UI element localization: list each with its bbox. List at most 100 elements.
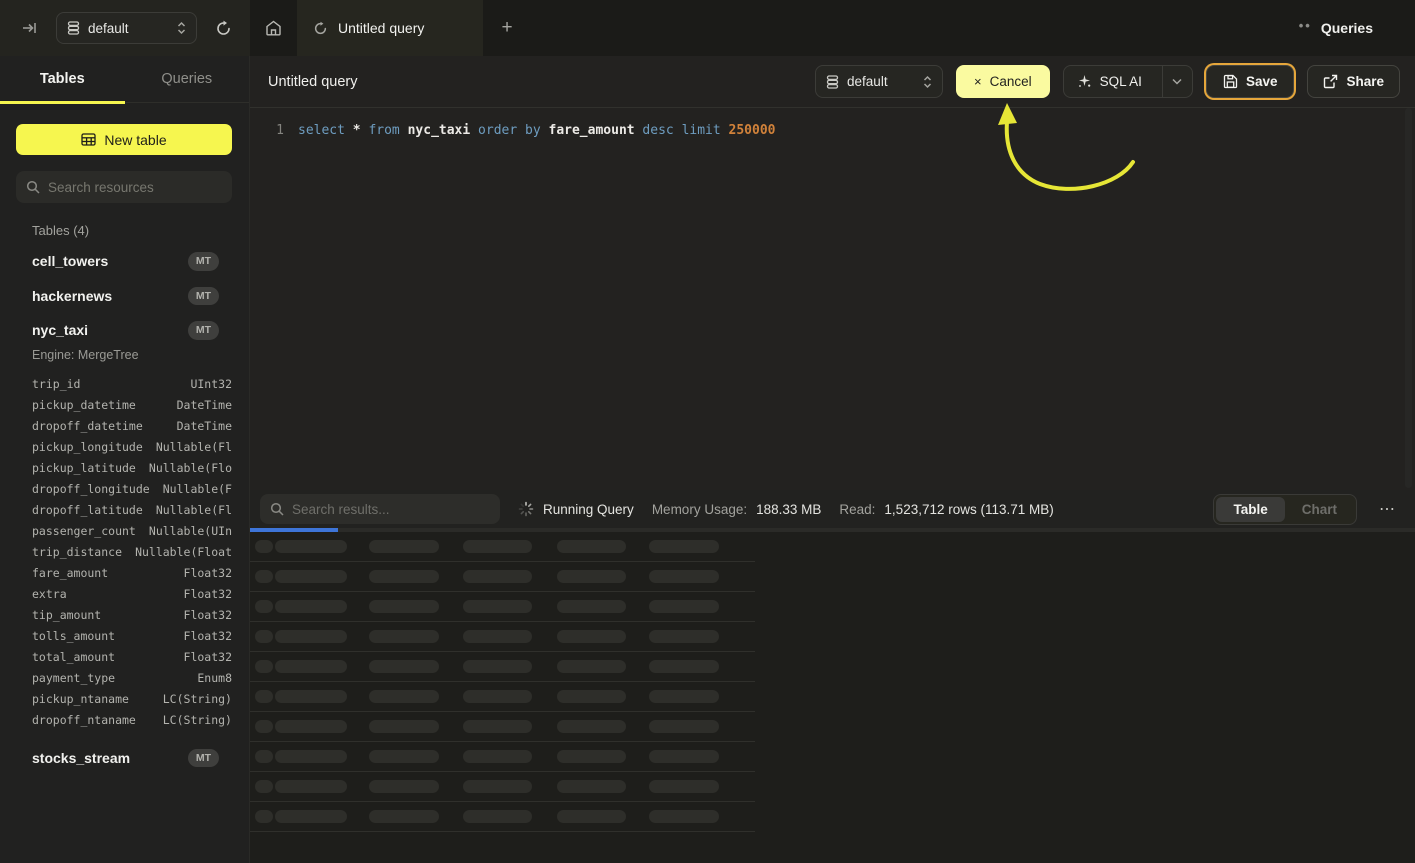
table-columns: trip_idUInt32pickup_datetimeDateTimedrop… — [0, 370, 249, 741]
query-database-value: default — [847, 74, 915, 89]
skeleton-cell — [275, 810, 347, 823]
skeleton-row — [250, 682, 755, 712]
table-row-cell_towers[interactable]: cell_towersMT — [0, 244, 249, 279]
chevron-down-icon — [1172, 78, 1182, 85]
skeleton-cell — [369, 600, 439, 613]
skeleton-cell — [557, 630, 626, 643]
results-toolbar: Running Query Memory Usage: 188.33 MB Re… — [250, 490, 1415, 528]
skeleton-cell — [463, 720, 532, 733]
column-row[interactable]: pickup_datetimeDateTime — [0, 395, 249, 416]
column-type: UInt32 — [190, 377, 232, 391]
skeleton-cell — [369, 690, 439, 703]
skeleton-cell — [463, 690, 532, 703]
column-row[interactable]: pickup_longitudeNullable(Fl — [0, 437, 249, 458]
sidebar-search-input[interactable] — [48, 180, 222, 195]
skeleton-cell — [255, 780, 273, 793]
column-row[interactable]: tip_amountFloat32 — [0, 605, 249, 626]
sidebar-tab-tables[interactable]: Tables — [0, 56, 125, 102]
skeleton-cell — [275, 600, 347, 613]
skeleton-cell — [275, 540, 347, 553]
column-row[interactable]: tolls_amountFloat32 — [0, 626, 249, 647]
skeleton-cell — [255, 750, 273, 763]
column-row[interactable]: extraFloat32 — [0, 584, 249, 605]
more-options-button[interactable]: ⋯ — [1375, 499, 1400, 519]
query-title: Untitled query — [268, 74, 802, 90]
share-button-label: Share — [1346, 74, 1384, 89]
skeleton-cell — [255, 570, 273, 583]
save-button[interactable]: Save — [1206, 65, 1295, 98]
column-row[interactable]: trip_distanceNullable(Float — [0, 542, 249, 563]
column-row[interactable]: dropoff_longitudeNullable(F — [0, 479, 249, 500]
view-toggle-chart[interactable]: Chart — [1285, 497, 1354, 522]
column-row[interactable]: trip_idUInt32 — [0, 374, 249, 395]
column-row[interactable]: dropoff_latitudeNullable(Fl — [0, 500, 249, 521]
share-button[interactable]: Share — [1307, 65, 1400, 98]
column-name: dropoff_datetime — [32, 419, 143, 433]
column-row[interactable]: passenger_countNullable(UIn — [0, 521, 249, 542]
column-row[interactable]: total_amountFloat32 — [0, 647, 249, 668]
refresh-icon — [215, 20, 232, 37]
table-name: stocks_stream — [32, 750, 130, 766]
table-row-hackernews[interactable]: hackernewsMT — [0, 279, 249, 314]
column-type: DateTime — [177, 398, 232, 412]
new-tab-button[interactable]: + — [483, 0, 531, 56]
skeleton-cell — [369, 750, 439, 763]
column-row[interactable]: pickup_ntanameLC(String) — [0, 689, 249, 710]
queries-icon: •• — [1299, 19, 1312, 32]
cancel-button[interactable]: × Cancel — [956, 65, 1050, 98]
sql-ai-button[interactable]: SQL AI — [1064, 66, 1154, 97]
skeleton-cell — [255, 810, 273, 823]
new-table-button[interactable]: New table — [16, 124, 232, 155]
editor-scrollbar[interactable] — [1405, 108, 1412, 488]
column-name: extra — [32, 587, 67, 601]
app-body: Tables Queries New table — [0, 56, 1415, 863]
column-name: tip_amount — [32, 608, 101, 622]
skeleton-cell — [557, 750, 626, 763]
selector-chevrons-icon — [923, 75, 932, 89]
column-row[interactable]: dropoff_ntanameLC(String) — [0, 710, 249, 731]
skeleton-cell — [369, 810, 439, 823]
column-type: DateTime — [177, 419, 232, 433]
results-search-input[interactable] — [292, 502, 490, 517]
table-row-stocks_stream[interactable]: stocks_streamMT — [0, 741, 249, 776]
collapse-sidebar-button[interactable] — [18, 17, 42, 39]
column-row[interactable]: dropoff_datetime DateTime — [0, 416, 249, 437]
queries-link[interactable]: •• Queries — [1289, 0, 1415, 56]
tables-section-label: Tables (4) — [0, 223, 249, 244]
query-database-selector[interactable]: default — [815, 65, 943, 98]
skeleton-cell — [649, 720, 719, 733]
home-button[interactable] — [250, 0, 297, 56]
save-button-label: Save — [1246, 74, 1278, 89]
column-row[interactable]: payment_typeEnum8 — [0, 668, 249, 689]
engine-badge: MT — [188, 321, 219, 340]
code-token: desc — [642, 123, 673, 138]
skeleton-cell — [369, 720, 439, 733]
skeleton-cell — [255, 630, 273, 643]
column-name: pickup_ntaname — [32, 692, 129, 706]
table-name: hackernews — [32, 288, 112, 304]
code-token — [345, 123, 353, 138]
skeleton-cell — [275, 780, 347, 793]
sidebar-tab-queries[interactable]: Queries — [125, 56, 250, 102]
skeleton-cell — [463, 660, 532, 673]
column-type: Float32 — [184, 650, 232, 664]
query-status: Running Query — [518, 501, 634, 517]
column-row[interactable]: pickup_latitudeNullable(Flo — [0, 458, 249, 479]
sql-editor[interactable]: 1 select * from nyc_taxi order by fare_a… — [250, 108, 1415, 490]
table-row-nyc_taxi[interactable]: nyc_taxiMT — [0, 313, 249, 348]
column-name: passenger_count — [32, 524, 136, 538]
column-name: dropoff_longitude — [32, 482, 150, 496]
code-token: from — [368, 123, 399, 138]
query-tab[interactable]: Untitled query — [297, 0, 483, 56]
column-name: payment_type — [32, 671, 115, 685]
skeleton-cell — [255, 690, 273, 703]
database-selector[interactable]: default — [56, 12, 197, 44]
code-token — [674, 123, 682, 138]
sql-ai-dropdown-button[interactable] — [1162, 66, 1192, 97]
view-toggle-table[interactable]: Table — [1216, 497, 1284, 522]
column-name: tolls_amount — [32, 629, 115, 643]
sidebar: Tables Queries New table — [0, 56, 250, 863]
refresh-button[interactable] — [211, 16, 236, 41]
ellipsis-icon: ⋯ — [1379, 501, 1396, 518]
column-row[interactable]: fare_amountFloat32 — [0, 563, 249, 584]
